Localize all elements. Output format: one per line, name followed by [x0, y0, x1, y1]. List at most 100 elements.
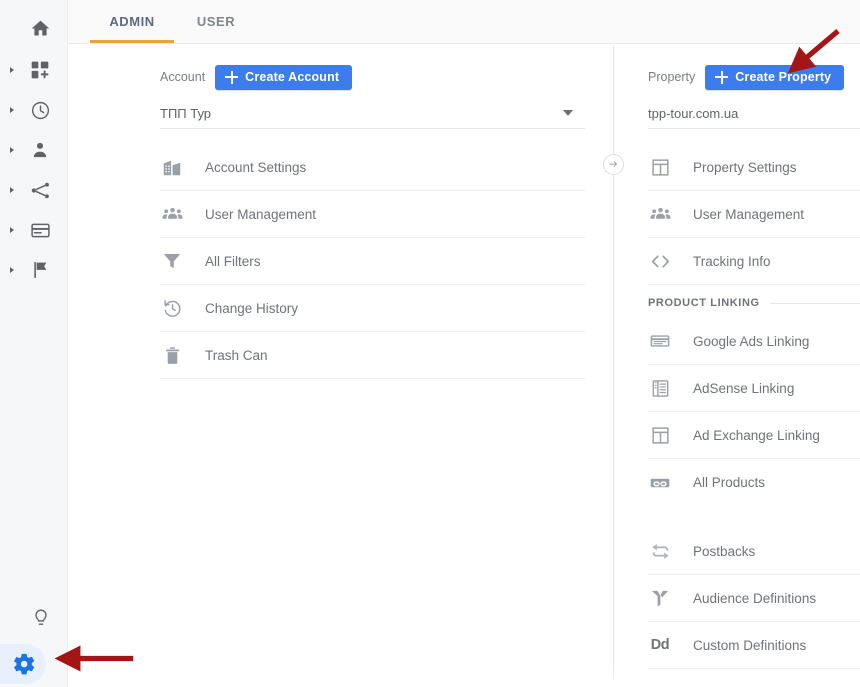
expand-caret-icon: [10, 107, 14, 113]
tab-admin[interactable]: ADMIN: [90, 0, 174, 43]
clock-icon: [29, 99, 51, 121]
person-icon: [29, 139, 51, 161]
people-icon: [648, 202, 672, 226]
google-analytics-admin-screen: ADMIN USER Account Create Account ТПП Ту…: [0, 0, 860, 687]
menu-item-all-products[interactable]: All Products: [648, 459, 860, 506]
menu-item-postbacks[interactable]: Postbacks: [648, 528, 860, 575]
account-selector-value: ТПП Тур: [160, 105, 212, 121]
menu-item-label: Trash Can: [205, 347, 268, 363]
share-nodes-icon: [29, 179, 51, 201]
menu-item-label: Account Settings: [205, 159, 307, 175]
menu-item-user-management[interactable]: User Management: [648, 191, 860, 238]
property-column-header: Property Create Property: [648, 64, 860, 90]
people-icon: [160, 202, 184, 226]
rail-item-behavior[interactable]: [0, 210, 67, 250]
section-product-linking: PRODUCT LINKING: [648, 288, 860, 318]
customization-icon: [29, 59, 51, 81]
menu-item-tracking-info[interactable]: Tracking Info: [648, 238, 860, 285]
history-icon: [160, 296, 184, 320]
tab-admin-label: ADMIN: [109, 14, 155, 29]
create-property-button-label: Create Property: [735, 70, 832, 84]
rail-active-pill: [0, 644, 46, 684]
property-window-icon: [648, 155, 672, 179]
building-icon: [160, 155, 184, 179]
menu-item-change-history[interactable]: Change History: [160, 285, 585, 332]
chevron-down-icon: [563, 110, 573, 116]
pages-card-icon: [29, 219, 51, 241]
menu-item-label: Change History: [205, 300, 299, 316]
section-header-label: PRODUCT LINKING: [648, 297, 760, 309]
property-label: Property: [648, 70, 696, 84]
code-brackets-icon: [648, 249, 672, 273]
postbacks-icon: [648, 539, 672, 563]
create-property-button[interactable]: Create Property: [705, 64, 845, 90]
divider-line: [613, 46, 614, 687]
expand-caret-icon: [10, 187, 14, 193]
menu-item-label: AdSense Linking: [693, 380, 795, 396]
rail-item-realtime[interactable]: [0, 90, 67, 130]
menu-item-label: All Products: [693, 475, 766, 490]
home-icon: [29, 17, 51, 39]
rail-item-customization[interactable]: [0, 50, 67, 90]
expand-caret-icon: [10, 227, 14, 233]
tab-user[interactable]: USER: [174, 0, 258, 43]
menu-item-label: Google Ads Linking: [693, 333, 810, 349]
menu-item-all-filters[interactable]: All Filters: [160, 238, 585, 285]
property-column: Property Create Property tpp-tour.com.ua: [615, 44, 860, 687]
account-selector[interactable]: ТПП Тур: [160, 98, 585, 129]
tab-user-label: USER: [196, 14, 236, 29]
menu-item-google-ads-linking[interactable]: Google Ads Linking: [648, 318, 860, 365]
link-chain-icon: [648, 471, 672, 495]
admin-tabbar: ADMIN USER: [68, 0, 860, 44]
menu-item-data-import[interactable]: Dd Data Import: [648, 669, 860, 687]
dd-glyph-icon: Dd: [650, 637, 670, 653]
menu-item-label: Ad Exchange Linking: [693, 427, 820, 443]
account-label: Account: [160, 70, 206, 84]
property-selector[interactable]: tpp-tour.com.ua: [648, 98, 860, 129]
menu-item-user-management[interactable]: User Management: [160, 191, 585, 238]
rail-item-home[interactable]: [0, 8, 67, 48]
flag-icon: [29, 259, 51, 281]
main-content: ADMIN USER Account Create Account ТПП Ту…: [68, 0, 860, 687]
left-nav-rail: [0, 0, 68, 687]
menu-item-label: User Management: [693, 206, 805, 222]
menu-item-label: Audience Definitions: [693, 590, 817, 606]
create-account-button[interactable]: Create Account: [215, 64, 353, 90]
menu-item-label: Custom Definitions: [693, 637, 807, 653]
section-divider: [769, 302, 860, 304]
plus-icon: [715, 70, 729, 84]
rail-item-acquisition[interactable]: [0, 170, 67, 210]
account-column-header: Account Create Account: [160, 64, 613, 90]
rail-item-audience[interactable]: [0, 130, 67, 170]
menu-item-property-settings[interactable]: Property Settings: [648, 144, 860, 191]
create-account-button-label: Create Account: [245, 70, 340, 84]
rail-bottom-group: [0, 595, 68, 687]
plus-icon: [225, 70, 239, 84]
menu-item-label: Property Settings: [693, 159, 797, 175]
menu-item-label: Postbacks: [693, 543, 756, 559]
google-ads-icon: [648, 329, 672, 353]
menu-section-gap: [648, 506, 860, 528]
menu-item-adsense-linking[interactable]: AdSense Linking: [648, 365, 860, 412]
gear-icon: [14, 653, 36, 675]
property-menu: Property Settings User Management Tracki…: [648, 144, 860, 687]
menu-item-trash-can[interactable]: Trash Can: [160, 332, 585, 379]
menu-item-custom-definitions[interactable]: Dd Custom Definitions: [648, 622, 860, 669]
rail-item-conversions[interactable]: [0, 250, 67, 290]
rail-item-admin[interactable]: [0, 641, 68, 687]
menu-item-account-settings[interactable]: Account Settings: [160, 144, 585, 191]
menu-item-label: User Management: [205, 206, 317, 222]
property-selector-value: tpp-tour.com.ua: [648, 105, 739, 121]
dd-glyph-icon: Dd: [648, 680, 672, 687]
ad-exchange-icon: [648, 423, 672, 447]
adsense-icon: [648, 376, 672, 400]
trash-icon: [160, 343, 184, 367]
menu-item-label: All Filters: [205, 253, 261, 269]
menu-item-label: Tracking Info: [693, 253, 771, 269]
account-menu: Account Settings User Management All Fil…: [160, 144, 613, 379]
expand-caret-icon: [10, 147, 14, 153]
menu-item-ad-exchange-linking[interactable]: Ad Exchange Linking: [648, 412, 860, 459]
lightbulb-icon: [30, 607, 52, 629]
rail-item-discover[interactable]: [0, 595, 68, 641]
menu-item-audience-definitions[interactable]: Audience Definitions: [648, 575, 860, 622]
